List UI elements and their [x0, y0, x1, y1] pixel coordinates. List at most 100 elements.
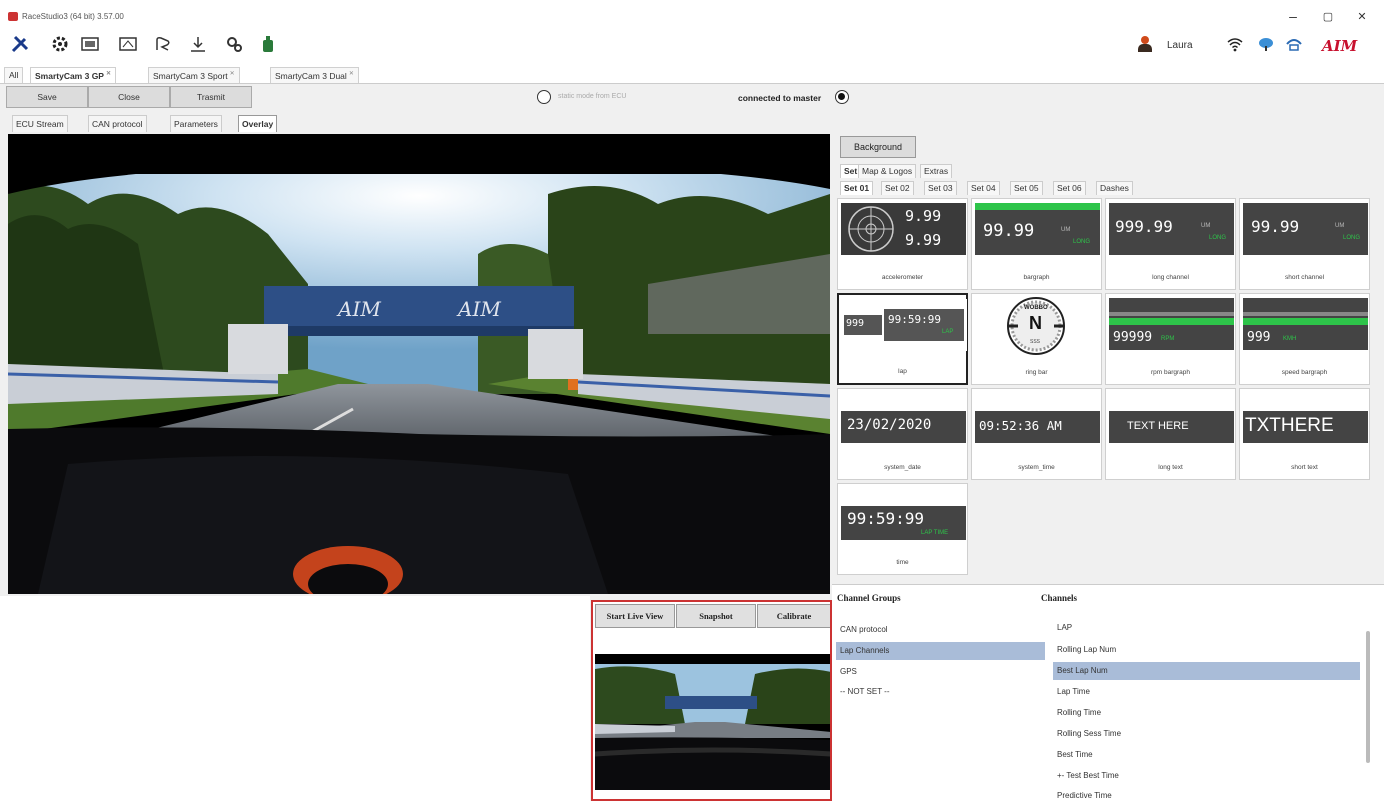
close-window-button[interactable]: ✕ — [1352, 10, 1372, 23]
short-channel-value: 99.99 — [1251, 217, 1300, 236]
tab-ecu-stream[interactable]: ECU Stream — [12, 115, 68, 132]
channel-selection-panel: Channel Groups Channels CAN protocol Lap… — [832, 584, 1384, 801]
close-tab-icon[interactable]: ✕ — [230, 71, 235, 77]
gear-icon[interactable] — [50, 34, 70, 54]
start-live-view-button[interactable]: Start Live View — [595, 604, 675, 628]
channel-item-rolling-time[interactable]: Rolling Time — [1053, 704, 1360, 722]
blank-area — [0, 596, 590, 801]
overlay-widget-panel: Background Set Map & Logos Extras Set 01… — [832, 134, 1384, 584]
channel-item-best-lap-num[interactable]: Best Lap Num — [1053, 662, 1360, 680]
action-bar: Save Close Trasmit static mode from ECU … — [0, 86, 849, 110]
track-icon[interactable] — [153, 34, 173, 54]
close-tab-icon[interactable]: ✕ — [349, 71, 354, 77]
tab-set-05[interactable]: Set 05 — [1010, 181, 1043, 195]
device-tab-label: SmartyCam 3 Sport — [153, 70, 228, 81]
bottle-icon[interactable] — [258, 34, 278, 54]
background-button[interactable]: Background — [840, 136, 916, 158]
config-tabs: ECU Stream CAN protocol Parameters Overl… — [0, 113, 830, 133]
tab-set-02[interactable]: Set 02 — [881, 181, 914, 195]
app-icon — [8, 12, 18, 21]
channel-group-gps[interactable]: GPS — [836, 663, 1045, 681]
widget-caption: short channel — [1284, 274, 1325, 281]
widget-caption: long channel — [1152, 274, 1189, 281]
tab-set-03[interactable]: Set 03 — [924, 181, 957, 195]
device-tab-smartycam-3-dual[interactable]: SmartyCam 3 Dual ✕ — [270, 67, 359, 83]
tab-parameters[interactable]: Parameters — [170, 115, 222, 132]
channel-groups-header: Channel Groups — [837, 593, 901, 603]
widget-time[interactable]: 99:59:99 LAP TIME time — [837, 483, 968, 575]
device-tabs: All SmartyCam 3 GP ✕ SmartyCam 3 Sport ✕ S… — [0, 64, 1384, 84]
tab-set-01[interactable]: Set 01 — [840, 181, 874, 195]
widget-caption: time — [896, 559, 909, 566]
widget-speed-bargraph[interactable]: 999 KMH speed bargraph — [1239, 293, 1370, 385]
channel-item-lap-time[interactable]: Lap Time — [1053, 683, 1360, 701]
tools-icon[interactable] — [10, 34, 30, 54]
device-config-icon[interactable] — [118, 34, 138, 54]
tab-map-logos[interactable]: Map & Logos — [858, 164, 917, 178]
tab-can-protocol[interactable]: CAN protocol — [88, 115, 147, 132]
rpm-value: 99999 — [1113, 330, 1153, 345]
widget-system-date[interactable]: 23/02/2020 system_date — [837, 388, 968, 480]
channel-item-lap[interactable]: LAP — [1053, 619, 1360, 637]
maximize-button[interactable]: ▢ — [1318, 10, 1338, 23]
scrollbar-thumb[interactable] — [1366, 631, 1370, 763]
wifi-icon[interactable] — [1225, 34, 1245, 54]
cloud-icon[interactable] — [1256, 34, 1276, 54]
widget-caption: accelerometer — [881, 274, 924, 281]
channel-group-not-set[interactable]: -- NOT SET -- — [836, 683, 1045, 701]
live-preview-panel: Start Live View Snapshot Calibrate — [591, 600, 832, 801]
ring-bar-heading: N — [1029, 313, 1042, 333]
channel-item-best-time[interactable]: Best Time — [1053, 746, 1360, 764]
widget-caption: bargraph — [1023, 274, 1050, 281]
tab-extras[interactable]: Extras — [920, 164, 953, 178]
settings-icon[interactable] — [224, 34, 244, 54]
tab-set-06[interactable]: Set 06 — [1053, 181, 1086, 195]
close-button[interactable]: Close — [88, 86, 170, 108]
camera-view[interactable]: AIM AIM — [8, 134, 830, 594]
device-tab-smartycam-3-gp[interactable]: SmartyCam 3 GP ✕ — [30, 67, 117, 83]
user-name[interactable]: Laura — [1167, 40, 1193, 51]
channel-group-can-protocol[interactable]: CAN protocol — [836, 621, 1045, 639]
minimize-button[interactable]: – — [1283, 8, 1303, 24]
download-icon[interactable] — [188, 34, 208, 54]
transmit-button[interactable]: Trasmit — [170, 86, 252, 108]
close-tab-icon[interactable]: ✕ — [106, 71, 111, 77]
tab-dashes[interactable]: Dashes — [1096, 181, 1133, 195]
widget-ring-bar[interactable]: WOBBO N SSS ring bar — [971, 293, 1102, 385]
calibrate-button[interactable]: Calibrate — [757, 604, 830, 628]
connected-to-master-radio[interactable] — [835, 90, 849, 104]
widget-lap[interactable]: 999 99:59:99 LAP lap — [837, 293, 968, 385]
widget-accelerometer[interactable]: 9.99 9.99 accelerometer — [837, 198, 968, 290]
connected-to-master-label: connected to master — [738, 93, 822, 103]
widget-bargraph[interactable]: 99.99 UM LONG bargraph — [971, 198, 1102, 290]
bargraph-unit: UM — [1061, 227, 1071, 233]
channel-item-rolling-lap-num[interactable]: Rolling Lap Num — [1053, 641, 1360, 659]
snapshot-button[interactable]: Snapshot — [676, 604, 756, 628]
device-tab-label: SmartyCam 3 Dual — [275, 70, 347, 81]
window-title: RaceStudio3 (64 bit) 3.57.00 — [22, 12, 124, 21]
widget-system-time[interactable]: 09:52:36 AM system_time — [971, 388, 1102, 480]
network-icon[interactable] — [1284, 34, 1304, 54]
save-button[interactable]: Save — [6, 86, 88, 108]
static-mode-radio[interactable] — [537, 90, 551, 104]
widget-short-text[interactable]: TXTHERE short text — [1239, 388, 1370, 480]
device-tab-smartycam-3-sport[interactable]: SmartyCam 3 Sport ✕ — [148, 67, 240, 83]
widget-long-text[interactable]: TEXT HERE long text — [1105, 388, 1236, 480]
channel-item-test-best-time[interactable]: +- Test Best Time — [1053, 767, 1360, 785]
banner-logo-left: AIM — [336, 297, 381, 321]
tab-overlay[interactable]: Overlay — [238, 115, 278, 132]
channel-group-lap-channels[interactable]: Lap Channels — [836, 642, 1045, 660]
widget-rpm-bargraph[interactable]: 99999 RPM rpm bargraph — [1105, 293, 1236, 385]
channels-scrollbar[interactable] — [1365, 619, 1371, 769]
device-icon[interactable] — [80, 34, 100, 54]
channel-item-rolling-sess-time[interactable]: Rolling Sess Time — [1053, 725, 1360, 743]
track-scene-image: AIM AIM — [8, 134, 830, 594]
tab-set-04[interactable]: Set 04 — [967, 181, 1000, 195]
widget-long-channel[interactable]: 999.99 UM LONG long channel — [1105, 198, 1236, 290]
widget-short-channel[interactable]: 99.99 UM LONG short channel — [1239, 198, 1370, 290]
user-avatar-icon[interactable] — [1138, 36, 1152, 52]
channel-item-predictive-time[interactable]: Predictive Time — [1053, 787, 1360, 801]
device-tab-all[interactable]: All — [4, 67, 24, 83]
lap-sub: LAP — [942, 329, 954, 335]
channels-header: Channels — [1041, 593, 1078, 603]
